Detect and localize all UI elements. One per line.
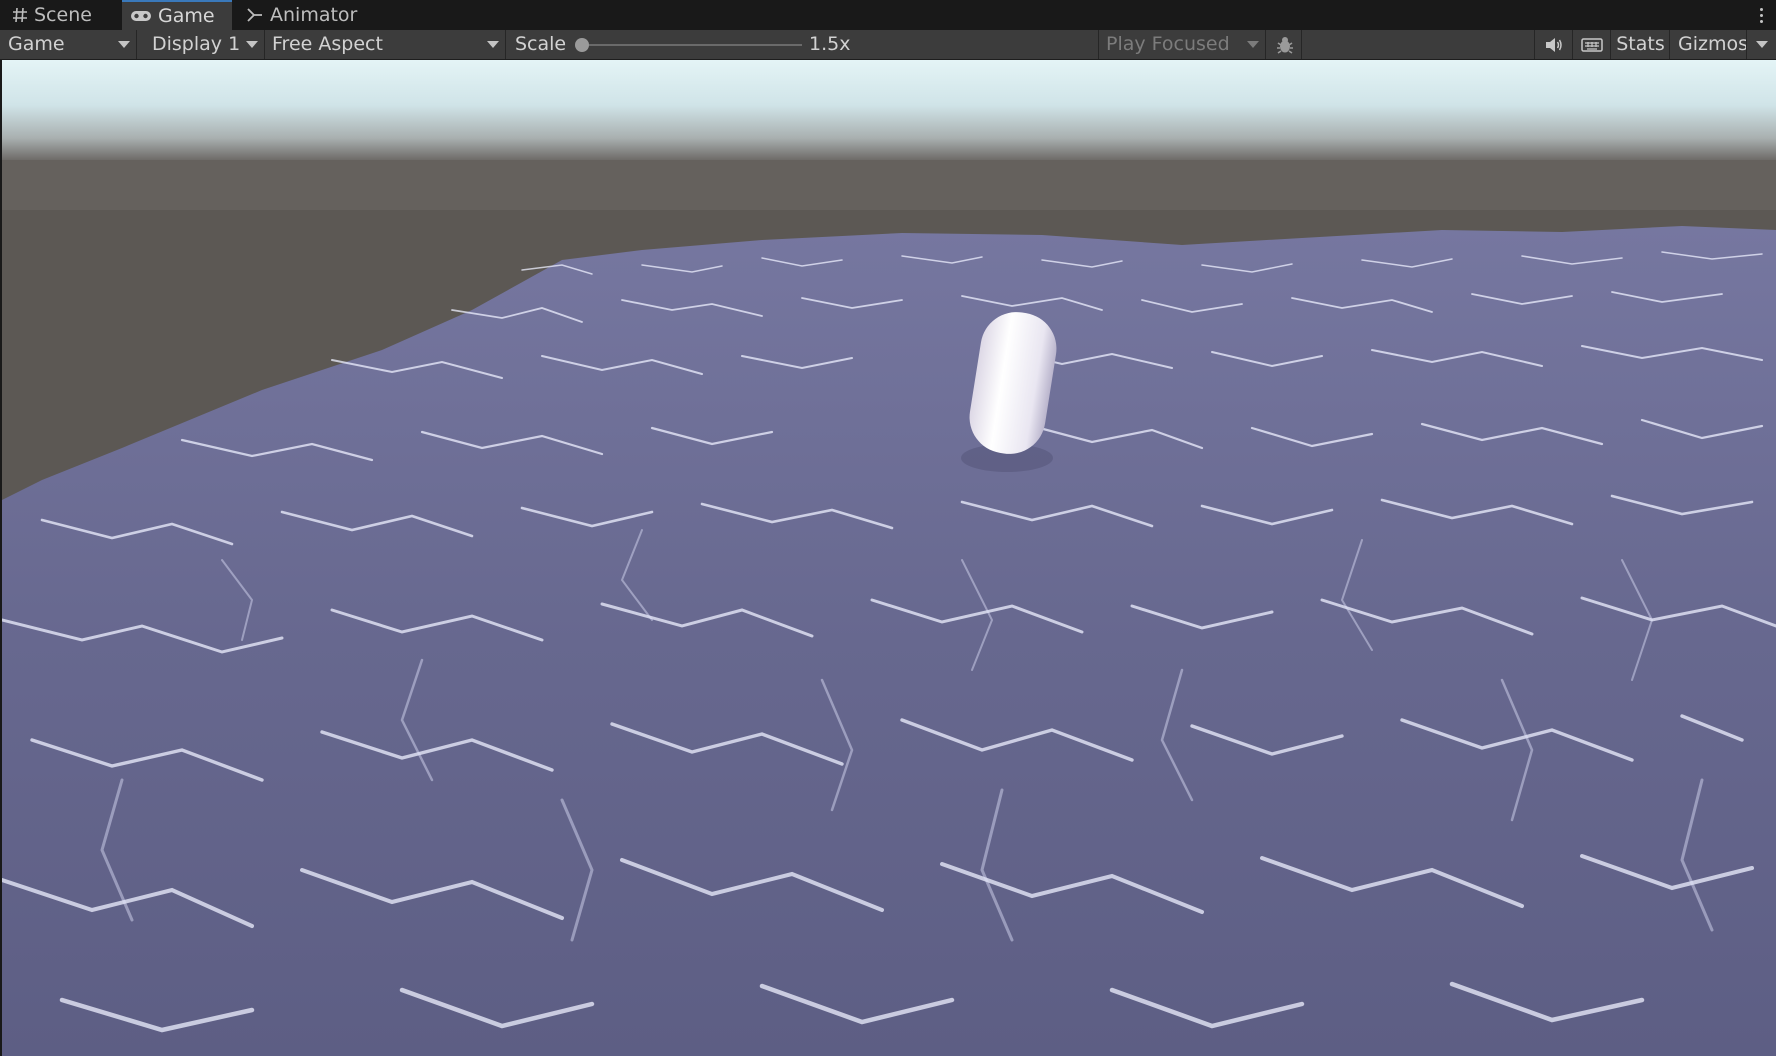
scale-slider-track[interactable] [580,44,802,46]
scale-label: Scale [515,33,567,55]
gamepad-icon [130,9,152,23]
chevron-down-icon [246,41,258,48]
grid-hash-icon [12,7,28,23]
kebab-menu-icon[interactable] [1756,3,1766,27]
chevron-down-icon [1247,41,1259,48]
tab-game[interactable]: Game [122,0,232,30]
game-view-mode-dropdown[interactable]: Game [0,30,137,59]
aspect-label: Free Aspect [272,33,383,55]
scale-slider-thumb[interactable] [575,38,589,52]
game-view-mode-label: Game [8,33,65,55]
tab-scene[interactable]: Scene [4,0,120,30]
display-label: Display 1 [152,33,241,55]
chevron-down-icon [1756,41,1768,48]
game-view-toolbar: Game Display 1 Free Aspect Scale 1.5x Pl… [0,30,1776,60]
game-viewport[interactable] [2,60,1776,1056]
editor-tab-bar: Scene Game Animator [0,0,1776,30]
game-render [2,60,1776,1056]
play-mode-label: Play Focused [1106,33,1230,55]
bug-icon[interactable] [1268,30,1302,59]
tab-animator-label: Animator [270,4,358,26]
keyboard-icon[interactable] [1573,30,1611,59]
gizmos-dropdown[interactable] [1746,30,1776,59]
tab-animator[interactable]: Animator [238,0,368,30]
display-dropdown[interactable]: Display 1 [144,30,265,59]
aspect-dropdown[interactable]: Free Aspect [264,30,506,59]
stats-button[interactable]: Stats [1612,30,1670,59]
play-mode-dropdown[interactable]: Play Focused [1098,30,1266,59]
chevron-down-icon [118,41,130,48]
scale-value: 1.5x [809,33,851,55]
tab-game-label: Game [158,5,215,27]
animator-branch-icon [246,7,264,23]
tab-scene-label: Scene [34,4,92,26]
speaker-icon[interactable] [1535,30,1573,59]
chevron-down-icon [487,41,499,48]
gizmos-button[interactable]: Gizmos [1672,30,1748,59]
